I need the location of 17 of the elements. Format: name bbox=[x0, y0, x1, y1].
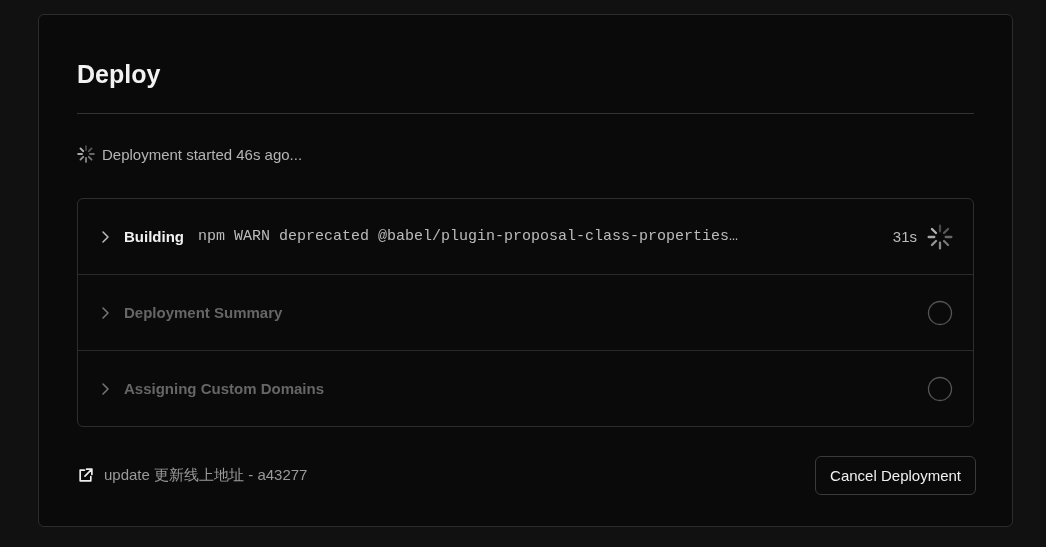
log-line: npm WARN deprecated @babel/plugin-proposal-class-properties… bbox=[198, 228, 739, 245]
pending-circle-icon bbox=[927, 299, 953, 326]
chevron-icon bbox=[100, 229, 110, 244]
spinner-icon bbox=[927, 223, 953, 250]
chevron-icon bbox=[100, 381, 110, 396]
cancel-deployment-button[interactable]: Cancel Deployment bbox=[815, 455, 976, 495]
step-duration: 31s bbox=[892, 228, 917, 245]
status-text: Deployment started 46s ago... bbox=[102, 145, 303, 163]
pending-circle-icon bbox=[927, 375, 953, 402]
step-label: Building bbox=[124, 228, 184, 245]
step-label: Deployment Summary bbox=[124, 304, 283, 321]
card-title: Deploy bbox=[77, 59, 162, 90]
step-row[interactable]: Building npm WARN deprecated @babel/plugin-proposal-class-properties… 31s bbox=[78, 199, 973, 274]
spinner-icon bbox=[77, 145, 95, 163]
chevron-icon bbox=[100, 305, 110, 320]
step-label: Assigning Custom Domains bbox=[124, 380, 325, 397]
external-link-icon bbox=[77, 466, 94, 484]
